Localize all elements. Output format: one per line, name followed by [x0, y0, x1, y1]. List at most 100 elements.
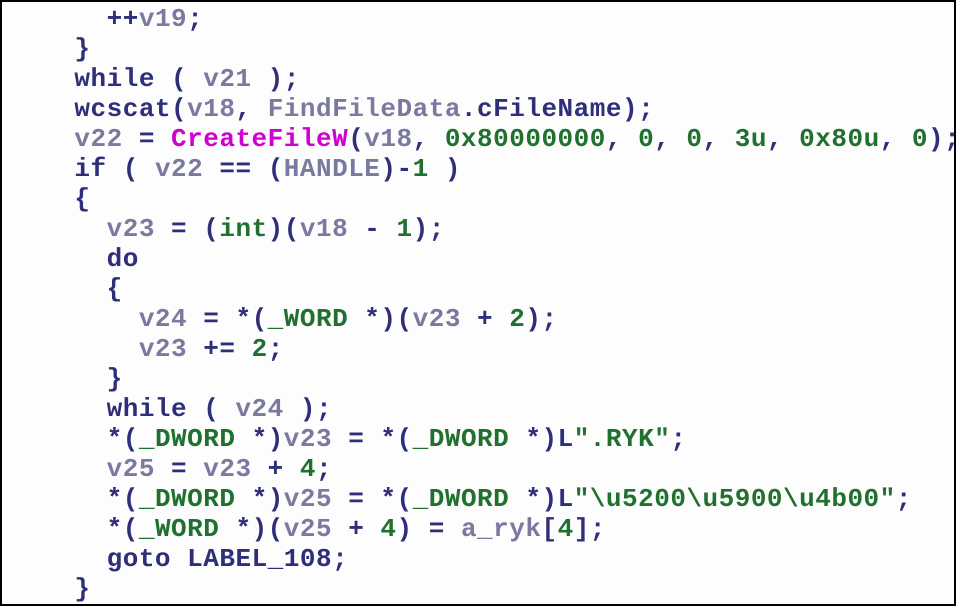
code-token-op: +: [252, 454, 300, 484]
code-token-op: *: [235, 484, 267, 514]
code-frame: ++v19; } while ( v21 ); wcscat(v18, Find…: [0, 0, 956, 606]
code-token-punc: )(: [380, 304, 412, 334]
code-token-memb: cFileName: [477, 94, 622, 124]
code-token-num: 4: [558, 514, 574, 544]
code-token-op: ++: [107, 4, 139, 34]
code-token-punc: ): [429, 154, 461, 184]
code-token-punc: ,: [880, 124, 912, 154]
code-token-str: "\u5200\u5900\u4b00": [574, 484, 896, 514]
code-token-id: v25: [284, 484, 332, 514]
code-token-op: = *: [332, 424, 396, 454]
code-token-id: v23: [284, 424, 332, 454]
code-token-punc: (: [268, 154, 284, 184]
code-token-num: 1: [413, 154, 429, 184]
code-token-op: =: [155, 214, 203, 244]
code-token-id: v23: [203, 454, 251, 484]
code-token-kw: do: [107, 244, 139, 274]
code-token-id: HANDLE: [284, 154, 381, 184]
code-token-str: ".RYK": [574, 424, 671, 454]
code-token-id: v21: [203, 64, 251, 94]
code-token-punc: (: [155, 64, 203, 94]
code-token-punc: ;: [332, 544, 348, 574]
code-token-op: *: [509, 484, 541, 514]
code-token-punc: (: [123, 514, 139, 544]
code-token-op: =: [123, 124, 171, 154]
code-token-punc: (: [397, 424, 413, 454]
code-token-kw: L: [558, 424, 574, 454]
code-token-punc: );: [525, 304, 557, 334]
code-token-punc: (: [397, 484, 413, 514]
code-token-punc: ;: [316, 454, 332, 484]
code-token-punc: .: [461, 94, 477, 124]
decompiled-code-block: ++v19; } while ( v21 ); wcscat(v18, Find…: [2, 2, 954, 604]
code-token-punc: ,: [606, 124, 638, 154]
code-token-id: v25: [284, 514, 332, 544]
code-token-punc: ,: [703, 124, 735, 154]
code-token-punc: ,: [235, 94, 267, 124]
code-token-punc: (: [348, 124, 364, 154]
code-token-op: +: [461, 304, 509, 334]
code-token-punc: (: [123, 424, 139, 454]
code-token-type: _WORD: [268, 304, 349, 334]
code-token-punc: ): [380, 154, 396, 184]
code-token-op: +=: [187, 334, 251, 364]
code-token-id: v24: [139, 304, 187, 334]
code-token-id: a_ryk: [461, 514, 542, 544]
code-token-punc: (: [187, 394, 235, 424]
code-token-op: ==: [203, 154, 267, 184]
code-token-num: 4: [300, 454, 316, 484]
code-token-op: *: [107, 514, 123, 544]
code-token-punc: {: [74, 184, 90, 214]
code-token-type: _DWORD: [139, 484, 236, 514]
code-token-num: 0: [912, 124, 928, 154]
code-token-punc: ): [268, 424, 284, 454]
code-token-punc: );: [252, 64, 300, 94]
code-token-num: 0: [638, 124, 654, 154]
code-token-punc: );: [284, 394, 332, 424]
code-token-punc: }: [107, 364, 123, 394]
code-token-punc: )(: [268, 214, 300, 244]
code-token-punc: [171, 544, 187, 574]
code-token-num: 0x80000000: [445, 124, 606, 154]
code-token-num: 2: [509, 304, 525, 334]
code-token-id: v18: [300, 214, 348, 244]
code-token-kw: L: [558, 484, 574, 514]
code-token-punc: );: [413, 214, 445, 244]
code-token-punc: )(: [252, 514, 284, 544]
code-token-punc: }: [74, 574, 90, 604]
code-token-num: 4: [380, 514, 396, 544]
code-token-op: *: [107, 424, 123, 454]
code-token-kw: while: [74, 64, 155, 94]
code-token-id: v18: [187, 94, 235, 124]
code-token-punc: ): [268, 484, 284, 514]
code-token-punc: (: [203, 214, 219, 244]
code-token-id: v23: [413, 304, 461, 334]
code-token-punc: {: [107, 274, 123, 304]
code-token-punc: ,: [767, 124, 799, 154]
code-token-type: _WORD: [139, 514, 220, 544]
code-token-punc: ): [541, 424, 557, 454]
code-token-id: v22: [74, 124, 122, 154]
code-token-punc: ;: [896, 484, 912, 514]
code-token-kw: LABEL_108: [187, 544, 332, 574]
code-token-id: v25: [107, 454, 155, 484]
code-token-num: 2: [252, 334, 268, 364]
code-token-punc: [: [541, 514, 557, 544]
code-token-op: -: [348, 214, 396, 244]
code-token-op: -: [397, 154, 413, 184]
code-token-op: = *: [332, 484, 396, 514]
code-token-num: 0x80u: [799, 124, 880, 154]
code-token-func: CreateFileW: [171, 124, 348, 154]
code-token-punc: );: [622, 94, 654, 124]
code-token-id: v19: [139, 4, 187, 34]
code-token-kw: goto: [107, 544, 171, 574]
code-token-id: v22: [155, 154, 203, 184]
code-token-type: _DWORD: [413, 424, 510, 454]
code-token-type: _DWORD: [413, 484, 510, 514]
code-token-id: v23: [139, 334, 187, 364]
code-token-punc: ,: [413, 124, 445, 154]
code-token-type: int: [219, 214, 267, 244]
code-token-num: 1: [397, 214, 413, 244]
code-token-op: =: [155, 454, 203, 484]
code-token-id: v18: [364, 124, 412, 154]
